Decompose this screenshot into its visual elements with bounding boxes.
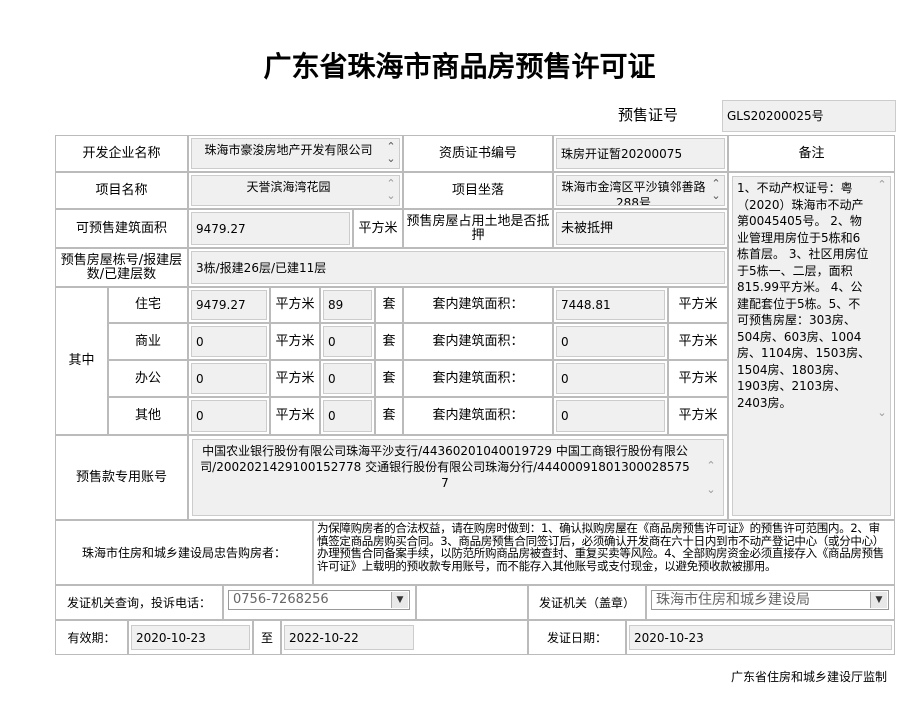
remark-label: 备注	[728, 135, 895, 172]
sets-field[interactable]: 89	[323, 290, 372, 320]
phone-select[interactable]: 0756-7268256 ▼	[228, 590, 410, 610]
inner-area-unit: 平方米	[668, 397, 728, 435]
sets-field[interactable]: 0	[323, 400, 372, 432]
issuer-label: 发证机关（盖章）	[528, 585, 646, 620]
cert-field[interactable]: 珠房开证暂20200075	[556, 138, 725, 169]
area-unit: 平方米	[270, 323, 320, 360]
project-field[interactable]: 天誉滨海湾花园 ⌃ ⌄	[191, 175, 400, 206]
issuer-select[interactable]: 珠海市住房和城乡建设局 ▼	[651, 590, 889, 610]
phone-label: 发证机关查询，投诉电话：	[55, 585, 223, 620]
building-field[interactable]: 3栋/报建26层/已建11层	[191, 251, 725, 284]
type-label: 商业	[108, 323, 188, 360]
mortgage-label: 预售房屋占用土地是否抵押	[403, 209, 553, 248]
phone-value: 0756-7268256	[233, 592, 329, 607]
sets-unit: 套	[375, 287, 403, 323]
sets-field[interactable]: 0	[323, 363, 372, 394]
inner-area-field[interactable]: 0	[556, 363, 665, 394]
issue-date-label: 发证日期：	[528, 620, 626, 655]
issuer-value: 珠海市住房和城乡建设局	[656, 592, 810, 608]
inner-area-unit: 平方米	[668, 360, 728, 397]
cert-label: 资质证书编号	[403, 135, 553, 172]
sets-unit: 套	[375, 397, 403, 435]
footer-text: 广东省住房和城乡建设厅监制	[730, 670, 887, 684]
inner-area-label: 套内建筑面积：	[403, 360, 553, 397]
inner-area-unit: 平方米	[668, 323, 728, 360]
area-field[interactable]: 0	[191, 363, 267, 394]
inner-area-label: 套内建筑面积：	[403, 323, 553, 360]
account-value: 中国农业银行股份有限公司珠海平沙支行/44360201040019729 中国工…	[200, 444, 690, 490]
validity-to-field[interactable]: 2022-10-22	[284, 625, 414, 650]
account-field[interactable]: 中国农业银行股份有限公司珠海平沙支行/44360201040019729 中国工…	[192, 439, 724, 516]
building-label: 预售房屋栋号/报建层数/已建层数	[55, 248, 188, 287]
mortgage-field[interactable]: 未被抵押	[556, 212, 725, 245]
area-label: 可预售建筑面积	[55, 209, 188, 248]
chevron-down-icon[interactable]: ▼	[870, 592, 887, 608]
scroll-arrows-icon[interactable]: ⌃ ⌄	[710, 178, 722, 202]
location-value: 珠海市金湾区平沙镇邻善路288号	[561, 180, 706, 206]
developer-value: 珠海市豪浚房地产开发有限公司	[204, 143, 373, 157]
type-label: 住宅	[108, 287, 188, 323]
validity-from-field[interactable]: 2020-10-23	[131, 625, 250, 650]
inner-area-field[interactable]: 0	[556, 326, 665, 357]
permit-label: 预售证号	[618, 106, 679, 124]
sets-field[interactable]: 0	[323, 326, 372, 357]
issue-date-field[interactable]: 2020-10-23	[629, 625, 892, 650]
area-unit: 平方米	[270, 360, 320, 397]
area-unit: 平方米	[270, 287, 320, 323]
area-field[interactable]: 9479.27	[191, 212, 350, 245]
inner-area-field[interactable]: 0	[556, 400, 665, 432]
inner-area-label: 套内建筑面积：	[403, 397, 553, 435]
scroll-arrows-icon[interactable]: ⌃ ⌄	[385, 178, 397, 202]
area-unit: 平方米	[353, 209, 403, 248]
location-field[interactable]: 珠海市金湾区平沙镇邻善路288号 ⌃ ⌄	[556, 175, 725, 206]
inner-area-unit: 平方米	[668, 287, 728, 323]
inner-area-field[interactable]: 7448.81	[556, 290, 665, 320]
location-label: 项目坐落	[403, 172, 553, 209]
inner-area-label: 套内建筑面积：	[403, 287, 553, 323]
project-label: 项目名称	[55, 172, 188, 209]
breakdown-label: 其中	[55, 287, 108, 435]
developer-label: 开发企业名称	[55, 135, 188, 172]
account-label: 预售款专用账号	[55, 435, 188, 520]
validity-to-label: 至	[253, 620, 281, 655]
type-label: 其他	[108, 397, 188, 435]
notice-text: 为保障购房者的合法权益，请在购房时做到：1、确认拟购房屋在《商品房预售许可证》的…	[313, 520, 895, 585]
chevron-down-icon[interactable]: ▼	[391, 592, 408, 608]
validity-label: 有效期：	[55, 620, 128, 655]
scroll-arrows-icon[interactable]: ⌃ ⌄	[705, 460, 717, 496]
area-unit: 平方米	[270, 397, 320, 435]
scroll-arrows-icon[interactable]: ⌃ ⌄	[876, 179, 888, 419]
page-title: 广东省珠海市商品房预售许可证	[263, 50, 656, 83]
area-field[interactable]: 0	[191, 326, 267, 357]
sets-unit: 套	[375, 360, 403, 397]
sets-unit: 套	[375, 323, 403, 360]
project-value: 天誉滨海湾花园	[246, 180, 331, 194]
remark-field[interactable]: 1、不动产权证号：粤（2020）珠海市不动产第0045405号。 2、物业管理用…	[732, 176, 891, 516]
area-field[interactable]: 0	[191, 400, 267, 432]
permit-number-field[interactable]: GLS20200025号	[722, 100, 896, 132]
notice-label: 珠海市住房和城乡建设局忠告购房者：	[55, 520, 313, 585]
area-field[interactable]: 9479.27	[191, 290, 267, 320]
developer-field[interactable]: 珠海市豪浚房地产开发有限公司 ⌃ ⌄	[191, 138, 400, 169]
scroll-arrows-icon[interactable]: ⌃ ⌄	[385, 141, 397, 165]
remark-value: 1、不动产权证号：粤（2020）珠海市不动产第0045405号。 2、物业管理用…	[737, 181, 871, 410]
type-label: 办公	[108, 360, 188, 397]
